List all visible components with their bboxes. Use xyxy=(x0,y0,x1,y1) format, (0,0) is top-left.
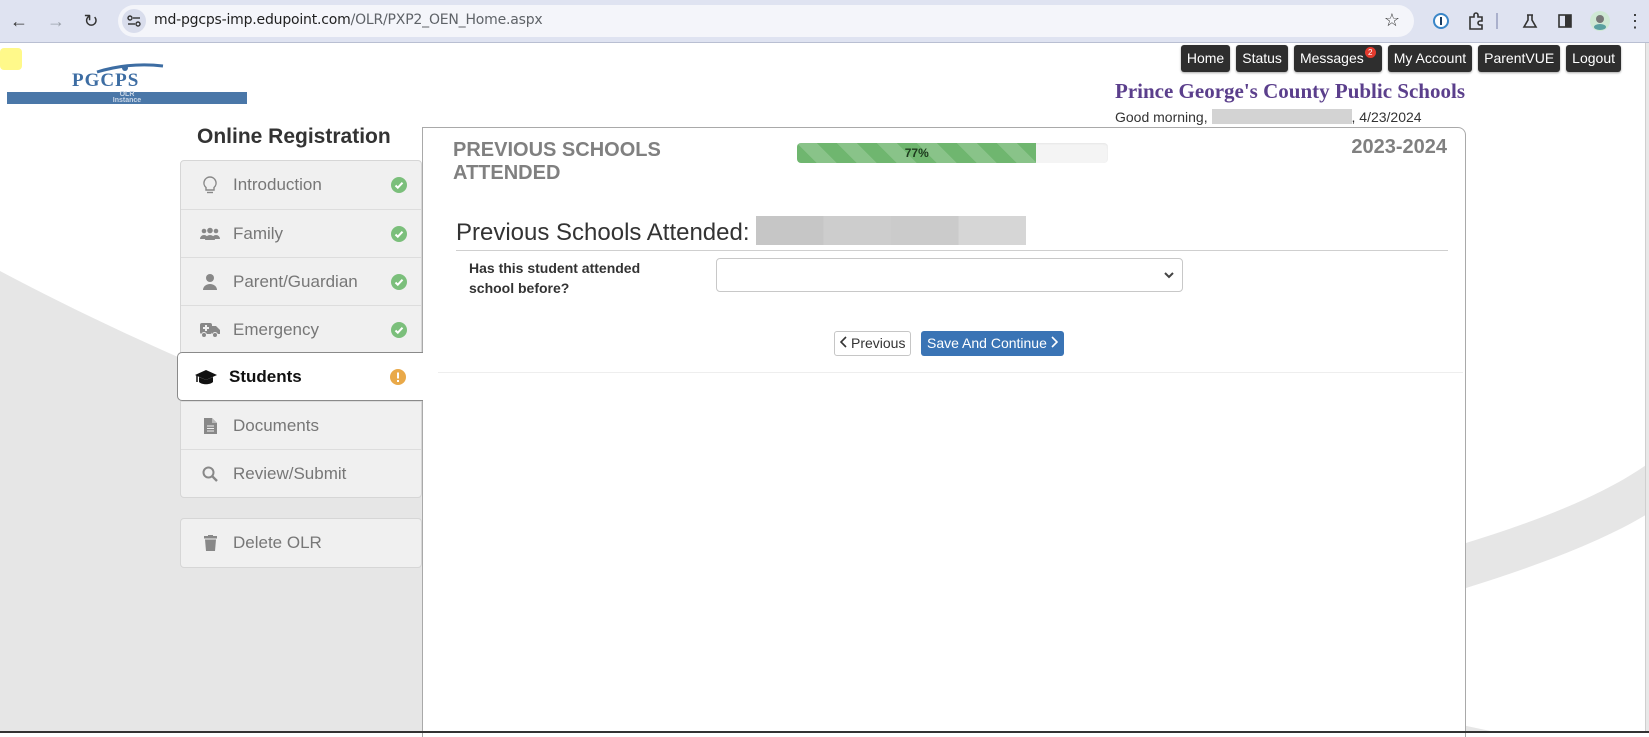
side-panel-icon[interactable] xyxy=(1554,10,1576,32)
ambulance-icon xyxy=(199,322,221,338)
profile-avatar[interactable] xyxy=(1589,10,1611,32)
menu-icon[interactable]: ⋮ xyxy=(1624,10,1646,32)
chevron-down-icon xyxy=(1164,268,1174,282)
attended-before-label: Has this student attended school before? xyxy=(469,260,641,296)
nav-messages[interactable]: Messages 2 xyxy=(1293,45,1382,72)
registration-steps: Introduction Family Parent/Guardian Emer… xyxy=(180,160,422,498)
check-circle-icon xyxy=(391,322,407,338)
reload-icon[interactable]: ↻ xyxy=(79,9,103,33)
search-icon xyxy=(199,466,221,482)
toolbar-divider xyxy=(1496,13,1498,29)
progress-fill: 77% xyxy=(797,143,1037,163)
bookmark-star-icon[interactable]: ☆ xyxy=(1384,10,1400,31)
check-circle-icon xyxy=(391,274,407,290)
nav-parentvue[interactable]: ParentVUE xyxy=(1478,45,1561,72)
save-and-continue-button[interactable]: Save And Continue xyxy=(921,331,1064,356)
chevron-right-icon xyxy=(1051,331,1059,356)
check-circle-icon xyxy=(391,177,407,193)
browser-toolbar: ← → ↻ md-pgcps-imp.edupoint.com/OLR/PXP2… xyxy=(0,0,1649,43)
graduation-cap-icon xyxy=(195,369,217,385)
messages-badge: 2 xyxy=(1364,47,1376,58)
forward-icon[interactable]: → xyxy=(44,9,68,33)
district-name: Prince George's County Public Schools xyxy=(1115,79,1465,103)
sidebar-title: Online Registration xyxy=(197,125,391,148)
attended-before-select[interactable] xyxy=(716,258,1183,292)
delete-group: Delete OLR xyxy=(180,518,422,568)
sidebar-item-family[interactable]: Family xyxy=(181,209,421,257)
sidebar-item-parent-guardian[interactable]: Parent/Guardian xyxy=(181,257,421,305)
subheading: Previous Schools Attended: xyxy=(456,216,1448,251)
chevron-left-icon xyxy=(839,332,847,355)
sidebar-item-introduction[interactable]: Introduction xyxy=(181,161,421,209)
nav-my-account[interactable]: My Account xyxy=(1387,45,1473,72)
nav-status[interactable]: Status xyxy=(1236,45,1288,72)
site-info-icon[interactable] xyxy=(122,9,146,33)
trash-icon xyxy=(199,535,221,551)
check-circle-icon xyxy=(391,226,407,242)
greeting: Good morning, , 4/23/2024 xyxy=(1115,109,1422,125)
sidebar-item-review-submit[interactable]: Review/Submit xyxy=(181,449,421,497)
user-icon xyxy=(199,273,221,290)
back-icon[interactable]: ← xyxy=(7,9,31,33)
main-panel: PREVIOUS SCHOOLS ATTENDED 77% 2023-2024 … xyxy=(422,127,1466,737)
lightbulb-icon xyxy=(199,176,221,194)
url-text: md-pgcps-imp.edupoint.com/OLR/PXP2_OEN_H… xyxy=(154,12,543,28)
page-scrollbar[interactable] xyxy=(1645,43,1649,733)
logo-band: OLR Instance xyxy=(7,91,247,104)
extensions-icon[interactable] xyxy=(1465,10,1487,32)
nav-home[interactable]: Home xyxy=(1180,45,1231,72)
labs-icon[interactable] xyxy=(1519,10,1541,32)
top-navigation: Home Status Messages 2 My Account ParentV… xyxy=(1180,45,1621,72)
delete-olr-button[interactable]: Delete OLR xyxy=(181,519,421,567)
users-icon xyxy=(199,227,221,241)
sidebar-item-students[interactable]: Students xyxy=(177,352,423,401)
password-manager-icon[interactable] xyxy=(1430,10,1452,32)
warning-circle-icon xyxy=(390,369,406,385)
previous-button[interactable]: Previous xyxy=(834,331,912,356)
redacted-name xyxy=(1211,109,1352,124)
sidebar-item-documents[interactable]: Documents xyxy=(181,401,421,449)
sidebar-item-emergency[interactable]: Emergency xyxy=(181,305,421,353)
school-year: 2023-2024 xyxy=(1351,136,1447,158)
document-icon xyxy=(199,417,221,434)
panel-divider xyxy=(438,372,1463,373)
section-title: PREVIOUS SCHOOLS ATTENDED xyxy=(453,139,661,184)
pgcps-logo: PGCPS OLR Instance xyxy=(7,63,247,104)
redacted-student-name xyxy=(755,216,1026,245)
address-bar[interactable]: md-pgcps-imp.edupoint.com/OLR/PXP2_OEN_H… xyxy=(118,5,1414,37)
progress-bar: 77% xyxy=(797,143,1108,163)
nav-logout[interactable]: Logout xyxy=(1566,45,1621,72)
